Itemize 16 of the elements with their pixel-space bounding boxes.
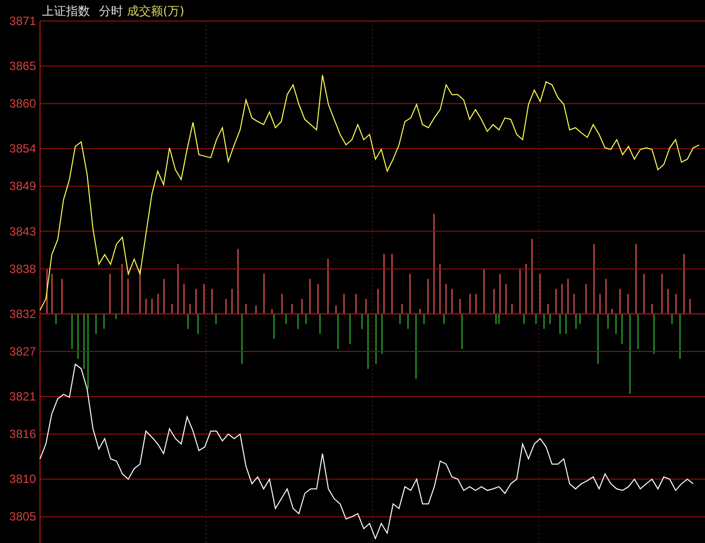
axis-label: 3832 <box>9 306 36 321</box>
period-label: 分时 <box>99 4 123 18</box>
index-name: 上证指数 <box>42 4 90 18</box>
axis-label: 3805 <box>9 510 36 524</box>
axis-label: 3816 <box>9 427 36 442</box>
axis-label: 3821 <box>9 390 36 404</box>
axis-label: 3843 <box>9 224 36 238</box>
axis-label: 3871 <box>9 14 36 28</box>
axis-label: 3810 <box>9 472 36 486</box>
axis-label: 3854 <box>9 142 36 156</box>
axis-label: 3849 <box>9 179 36 194</box>
metric-label: 成交额(万) <box>127 4 184 18</box>
axis-label: 3865 <box>9 59 36 74</box>
axis-label: 3838 <box>9 262 36 276</box>
axis-label: 3860 <box>9 96 36 111</box>
axis-label: 3827 <box>9 344 36 358</box>
